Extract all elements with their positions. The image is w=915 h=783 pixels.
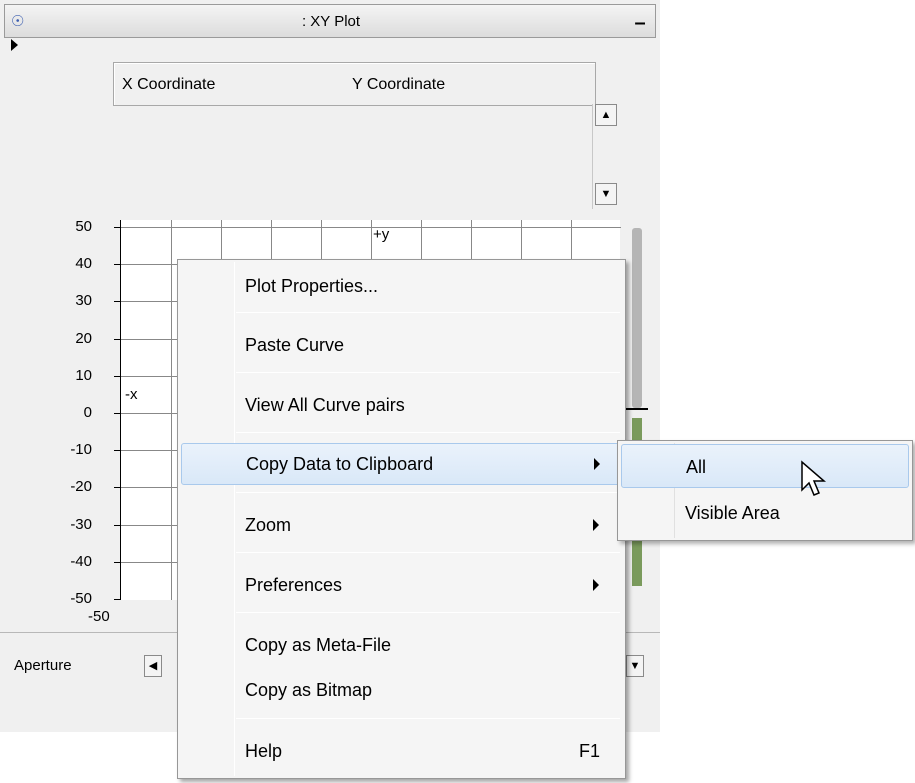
x-axis-min-label: -50 bbox=[88, 608, 110, 625]
coordinate-list-header: X Coordinate Y Coordinate bbox=[113, 62, 596, 106]
menu-item-label: Plot Properties... bbox=[245, 276, 379, 296]
y-tick-label: 10 bbox=[75, 366, 92, 384]
submenu-item-label: All bbox=[686, 457, 707, 477]
menu-item-preferences[interactable]: Preferences bbox=[181, 565, 622, 607]
menu-item-label: Help bbox=[245, 741, 283, 761]
grid-line-vertical bbox=[171, 220, 172, 600]
aperture-scroll-left-button[interactable]: ◀ bbox=[144, 655, 162, 677]
y-tick-label: 30 bbox=[75, 292, 92, 310]
menu-item-copy-data-to-clipboard[interactable]: Copy Data to Clipboard bbox=[181, 443, 622, 485]
mouse-cursor-icon bbox=[801, 460, 827, 496]
submenu-item-visible-area[interactable]: Visible Area bbox=[621, 491, 909, 535]
minimize-button[interactable]: – bbox=[627, 11, 653, 35]
aperture-label: Aperture bbox=[14, 657, 72, 674]
minus-x-label: -x bbox=[125, 386, 138, 403]
y-tick-mark bbox=[114, 561, 121, 563]
submenu-arrow-icon bbox=[593, 579, 599, 591]
y-tick-mark bbox=[114, 524, 121, 526]
menu-item-label: Copy as Bitmap bbox=[245, 680, 373, 700]
menu-item-copy-as-meta-file[interactable]: Copy as Meta-File bbox=[181, 625, 622, 667]
menu-item-shortcut: F1 bbox=[579, 741, 601, 761]
y-tick-mark bbox=[114, 264, 121, 266]
menu-separator bbox=[236, 372, 620, 373]
menu-item-paste-curve[interactable]: Paste Curve bbox=[181, 325, 622, 367]
menu-separator bbox=[236, 432, 620, 433]
scroll-marker bbox=[626, 408, 648, 410]
y-tick-label: 40 bbox=[75, 255, 92, 273]
submenu-arrow-icon bbox=[594, 458, 600, 470]
title-bar[interactable]: ☉ : XY Plot – bbox=[4, 4, 656, 38]
menu-separator bbox=[236, 552, 620, 553]
menu-separator bbox=[236, 492, 620, 493]
y-tick-label: -30 bbox=[70, 515, 92, 533]
y-tick-mark bbox=[114, 301, 121, 303]
menu-item-plot-properties[interactable]: Plot Properties... bbox=[181, 266, 622, 308]
window-title: : XY Plot bbox=[301, 13, 361, 30]
menu-item-label: Paste Curve bbox=[245, 335, 345, 355]
y-coordinate-column-header[interactable]: Y Coordinate bbox=[352, 76, 445, 94]
submenu-arrow-icon bbox=[593, 519, 599, 531]
menu-item-label: Copy Data to Clipboard bbox=[246, 454, 434, 474]
menu-separator bbox=[236, 612, 620, 613]
submenu-item-label: Visible Area bbox=[685, 503, 780, 523]
y-tick-mark bbox=[114, 227, 121, 228]
plus-y-label: +y bbox=[373, 226, 390, 243]
y-tick-label: 20 bbox=[75, 329, 92, 347]
context-menu: Plot Properties... Paste Curve View All … bbox=[177, 259, 626, 779]
y-tick-label: -20 bbox=[70, 478, 92, 496]
menu-item-view-all-curve-pairs[interactable]: View All Curve pairs bbox=[181, 385, 622, 427]
y-tick-mark bbox=[114, 413, 121, 414]
y-tick-label: 50 bbox=[75, 218, 92, 235]
y-tick-mark bbox=[114, 599, 121, 600]
scroll-down-button[interactable]: ▼ bbox=[595, 183, 617, 205]
y-tick-label: -40 bbox=[70, 552, 92, 570]
y-tick-label: 0 bbox=[83, 404, 92, 421]
y-tick-mark bbox=[114, 338, 121, 340]
menu-separator bbox=[236, 312, 620, 313]
y-tick-label: -50 bbox=[70, 590, 92, 607]
menu-item-label: Preferences bbox=[245, 575, 343, 595]
y-tick-mark bbox=[114, 375, 121, 377]
scroll-thumb[interactable] bbox=[632, 228, 642, 408]
menu-item-label: Copy as Meta-File bbox=[245, 635, 392, 655]
aperture-scroll-right-button[interactable]: ▼ bbox=[626, 655, 644, 677]
menu-item-zoom[interactable]: Zoom bbox=[181, 505, 622, 547]
menu-separator bbox=[236, 718, 620, 719]
y-tick-mark bbox=[114, 450, 121, 452]
y-tick-mark bbox=[114, 487, 121, 489]
menu-item-label: View All Curve pairs bbox=[245, 395, 405, 415]
menu-item-label: Zoom bbox=[245, 515, 292, 535]
submenu-item-all[interactable]: All bbox=[621, 444, 909, 488]
x-coordinate-column-header[interactable]: X Coordinate bbox=[122, 76, 215, 94]
y-tick-label: -10 bbox=[70, 441, 92, 459]
expand-arrow-icon[interactable] bbox=[10, 38, 20, 52]
menu-item-copy-as-bitmap[interactable]: Copy as Bitmap bbox=[181, 670, 622, 712]
copy-data-submenu: All Visible Area bbox=[617, 440, 913, 541]
menu-item-help[interactable]: Help F1 bbox=[181, 731, 622, 773]
scroll-up-button[interactable]: ▲ bbox=[595, 104, 617, 126]
coordinate-list-scrollbar[interactable]: ▲ ▼ bbox=[592, 104, 618, 209]
